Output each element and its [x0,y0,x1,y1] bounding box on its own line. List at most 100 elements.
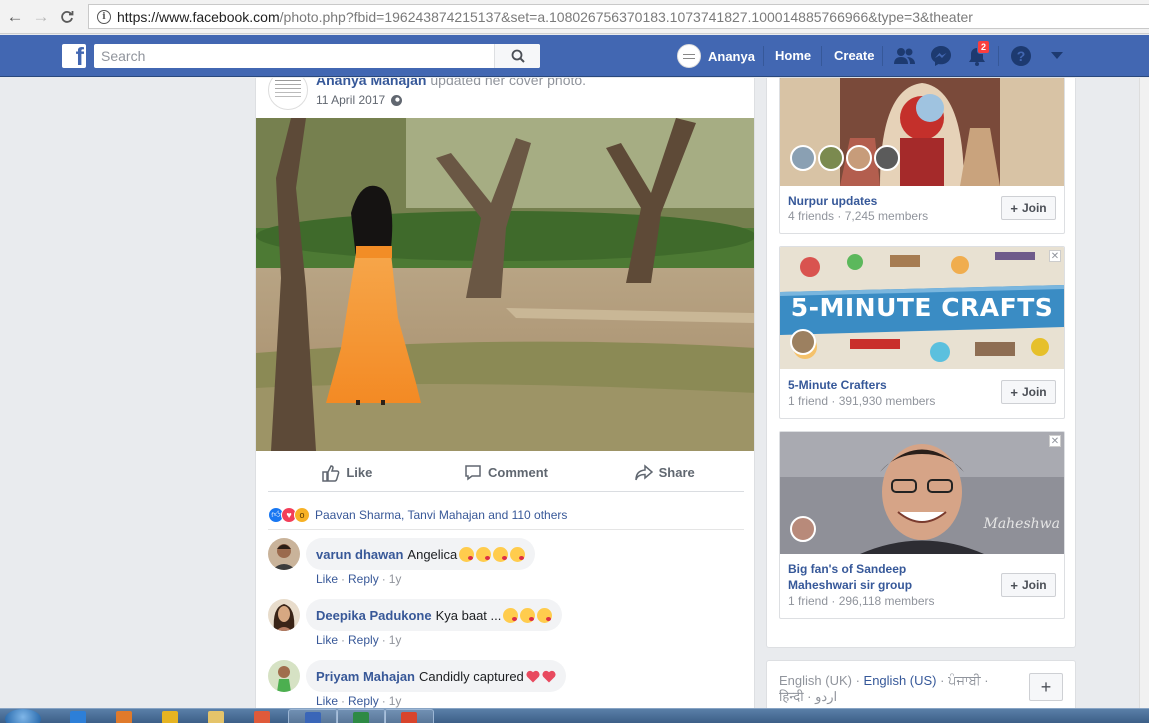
home-link[interactable]: Home [775,48,811,63]
reload-button[interactable] [56,6,78,28]
scrollbar[interactable] [1139,78,1149,708]
comment-label: Comment [488,465,548,480]
browser-toolbar: ← → i https://www.facebook.com/photo.php… [0,0,1149,34]
messenger-icon[interactable] [929,44,953,68]
facebook-topbar: f Ananya Home Create 2 ? [0,35,1149,77]
heart-eyes-emoji-icon [503,607,519,623]
group-card: Nurpur updates 4 friends · 7,245 members… [779,77,1065,234]
language-option[interactable]: हिन्दी [779,689,804,704]
commenter-name[interactable]: Deepika Padukone [316,608,432,623]
commenter-name[interactable]: Priyam Mahajan [316,669,415,684]
language-option[interactable]: English (UK) [779,673,852,688]
kiss-emoji-icon [459,546,475,562]
share-icon [634,463,653,480]
commenter-avatar[interactable] [268,660,300,692]
comment: varun dhawan Angelica Like · Reply · 1y [268,538,744,598]
avatar [677,44,701,68]
comment-button[interactable]: Comment [427,454,586,491]
comment: Priyam Mahajan Candidly captured Like · Re… [268,660,744,710]
os-taskbar [0,708,1149,723]
wow-reaction-icon: o [294,506,310,523]
group-member-avatars [790,145,902,171]
comment-reply-link[interactable]: Reply [348,694,379,708]
suggested-groups-panel: Nurpur updates 4 friends · 7,245 members… [766,77,1076,648]
kiss-emoji-icon [510,546,526,562]
comment-time[interactable]: 1y [389,572,402,586]
group-banner-text: 5-MINUTE CRAFTS [790,293,1054,322]
group-cover-image[interactable]: Maheshwa ✕ [780,432,1064,554]
search-button[interactable] [494,44,540,68]
group-name[interactable]: 5-Minute Crafters [788,377,887,393]
account-menu-chevron-down-icon[interactable] [1045,44,1069,68]
info-icon[interactable]: i [97,9,111,24]
taskbar-button[interactable] [336,709,386,723]
group-name[interactable]: Nurpur updates [788,193,877,209]
language-option[interactable]: اردو [815,689,837,704]
reactions-names[interactable]: Paavan Sharma, Tanvi Mahajan and 110 oth… [315,508,567,522]
friend-requests-icon[interactable] [893,44,917,68]
divider [998,46,999,66]
group-card: Maheshwa ✕ Big fan's of Sandeep Maheshwa… [779,431,1065,619]
search-input[interactable] [94,44,494,68]
comment-like-link[interactable]: Like [316,694,338,708]
comment-like-link[interactable]: Like [316,633,338,647]
kiss-emoji-icon [476,546,492,562]
chrome-icon[interactable] [162,711,178,723]
comment-bubble: varun dhawan Angelica [306,538,536,570]
create-link[interactable]: Create [834,48,874,63]
group-card: 5-MINUTE CRAFTS ✕ 5-Minute Crafters 1 fr… [779,246,1065,419]
media-player-icon[interactable] [116,711,132,723]
author-avatar[interactable] [268,78,308,110]
commenter-name[interactable]: varun dhawan [316,547,403,562]
comment: Deepika Padukone Kya baat ... Like · Reply… [268,599,744,659]
facebook-logo-icon[interactable]: f [62,44,86,68]
taskbar-button[interactable] [288,709,338,723]
heart-emoji-icon [526,670,540,682]
language-option[interactable]: ਪੰਜਾਬੀ [948,673,981,688]
photo-post: Ananya Mahajan updated her cover photo. … [255,78,755,710]
comment-time[interactable]: 1y [389,694,402,708]
globe-icon[interactable] [391,94,403,106]
notification-badge: 2 [977,40,990,54]
start-button-icon[interactable] [5,709,41,723]
post-photo[interactable] [256,118,754,451]
commenter-avatar[interactable] [268,538,300,570]
post-header: Ananya Mahajan updated her cover photo. … [256,78,754,118]
language-option-current[interactable]: English (US) [864,673,937,688]
forward-button[interactable]: → [30,6,52,28]
group-cover-image[interactable]: 5-MINUTE CRAFTS ✕ [780,247,1064,369]
group-member-avatars [790,329,818,355]
reload-icon [61,10,74,23]
more-languages-button[interactable]: + [1029,673,1063,701]
reactions-summary[interactable]: 👍︎ ♥ o Paavan Sharma, Tanvi Mahajan and … [268,500,744,530]
divider [882,46,883,66]
taskbar-button[interactable] [384,709,434,723]
join-group-button[interactable]: + Join [1001,380,1056,404]
commenter-avatar[interactable] [268,599,300,631]
comment-reply-link[interactable]: Reply [348,633,379,647]
post-date[interactable]: 11 April 2017 [316,93,385,107]
share-button[interactable]: Share [585,454,744,491]
notifications-icon[interactable]: 2 [965,40,990,68]
profile-link[interactable]: Ananya [677,44,755,68]
join-group-button[interactable]: + Join [1001,196,1056,220]
help-icon[interactable]: ? [1009,44,1033,68]
group-name[interactable]: Big fan's of Sandeep Maheshwari sir grou… [788,561,978,593]
author-name[interactable]: Ananya Mahajan [316,78,426,88]
group-member-avatars [790,516,818,542]
join-group-button[interactable]: + Join [1001,573,1056,597]
address-bar[interactable]: i https://www.facebook.com/photo.php?fbi… [88,4,1149,29]
like-button[interactable]: Like [268,454,427,491]
kiss-emoji-icon [520,607,536,623]
close-icon[interactable]: ✕ [1049,250,1061,262]
post-action: updated her cover photo. [430,78,587,88]
group-meta: 1 friend · 391,930 members [788,394,936,408]
ie-icon[interactable] [70,711,86,723]
folder-icon[interactable] [208,711,224,723]
close-icon[interactable]: ✕ [1049,435,1061,447]
back-button[interactable]: ← [4,6,26,28]
comment-reply-link[interactable]: Reply [348,572,379,586]
comment-time[interactable]: 1y [389,633,402,647]
comment-like-link[interactable]: Like [316,572,338,586]
app-icon[interactable] [254,711,270,723]
